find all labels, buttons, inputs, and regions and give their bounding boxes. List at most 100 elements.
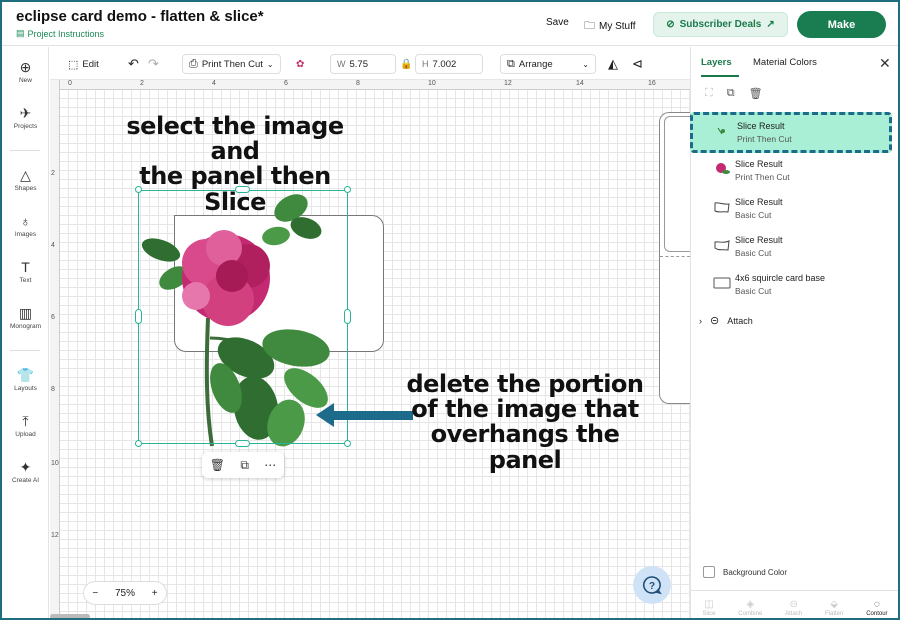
layer-row[interactable]: 4x6 squircle card base Basic Cut [691,267,898,303]
callout-line: select the image and [126,112,344,166]
layer-thumbnail [713,277,731,289]
redo-icon: ↷ [148,56,159,71]
sidebar-item-create-ai[interactable]: ✦ Create AI [2,459,49,484]
trash-icon[interactable]: 🗑 [749,87,763,100]
subscriber-deals-label: Subscriber Deals [679,19,762,30]
save-button[interactable]: Save [546,17,569,28]
project-instructions-link[interactable]: ▤ Project Instructions [16,28,104,39]
instruction-callout-bottom: delete the portion of the image that ove… [400,371,650,473]
background-color-checkbox[interactable] [703,566,715,578]
sidebar-item-projects[interactable]: ✈ Projects [2,105,49,130]
upload-icon: ⤒ [22,413,29,429]
combine-button[interactable]: ◈ Combine [738,599,762,617]
contour-button[interactable]: ◌ Contour [866,599,887,617]
resize-handle-bottom-right[interactable] [344,440,351,447]
sidebar-item-upload[interactable]: ⤒ Upload [2,413,49,438]
layer-type: Print Then Cut [735,172,790,182]
layer-action-bar: ◫ Slice ◈ Combine ⊝ Attach ⬙ Flatten ◌ Contou… [691,590,898,618]
group-icon[interactable]: ⛶ [705,87,713,100]
monogram-icon: ▥ [18,305,33,321]
height-field[interactable]: H 7.002 [415,54,483,74]
layer-type: Basic Cut [735,286,772,296]
zoom-in-button[interactable]: + [152,588,158,599]
tab-layers[interactable]: Layers [701,57,732,68]
chevron-right-icon[interactable]: › [699,316,702,326]
arrange-select[interactable]: ⧉ Arrange ⌄ [500,54,596,74]
zoom-control: − 75% + [83,581,167,605]
lock-icon: 🔒 [400,58,413,70]
edit-button[interactable]: ⬚ Edit [68,54,99,74]
background-color-option[interactable]: Background Color [703,566,787,578]
resize-handle-top-left[interactable] [135,186,142,193]
sidebar-item-monogram[interactable]: ▥ Monogram [2,305,49,330]
printer-icon: ⎙ [189,57,198,70]
sidebar-item-shapes[interactable]: △ Shapes [2,167,49,192]
sidebar-item-layouts[interactable]: 👕 Layouts [2,367,49,392]
tab-material-colors[interactable]: Material Colors [753,57,817,68]
resize-handle-bottom-left[interactable] [135,440,142,447]
resize-handle-top[interactable] [235,186,250,193]
project-instructions-label: Project Instructions [27,28,105,39]
resize-handle-bottom[interactable] [235,440,250,447]
my-stuff-button[interactable]: 🗀 My Stuff [584,17,636,36]
slice-button[interactable]: ◫ Slice [702,599,715,617]
color-swatch-icon[interactable]: ✿ [296,54,304,74]
my-stuff-label: My Stuff [599,21,636,32]
layer-tools: ⛶ ⧉ 🗑 [705,87,763,100]
resize-handle-left[interactable] [135,309,142,324]
sidebar-item-images[interactable]: ♁ Images [2,213,49,238]
attach-button[interactable]: ⊝ Attach [785,599,802,617]
layer-row[interactable]: Slice Result Print Then Cut [691,153,898,189]
slice-icon: ◫ [704,599,714,610]
align-icon: ⊲ [632,56,643,71]
sidebar-item-new[interactable]: ⊕ New [2,59,49,84]
flip-button[interactable]: ◭ [608,54,618,74]
sparkle-icon: ✦ [19,459,32,475]
resize-handle-right[interactable] [344,309,351,324]
edit-toolbar: ⬚ Edit ↶ ↷ ⎙ Print Then Cut ⌄ ✿ W 5.75 🔒… [50,47,690,80]
zoom-out-button[interactable]: − [92,588,98,599]
attach-group-row[interactable]: › ⊝ Attach [699,314,753,327]
active-tab-indicator [701,75,739,77]
top-header: eclipse card demo - flatten & slice* ▤ P… [2,2,898,46]
ruler-tick-label: 4 [212,80,216,87]
zoom-level: 75% [114,587,135,599]
redo-button[interactable]: ↷ [148,54,159,74]
lock-aspect-button[interactable]: 🔒 [400,54,412,74]
edit-label: Edit [82,58,99,70]
more-icon[interactable]: ⋯ [264,458,276,472]
layer-type: Basic Cut [735,248,772,258]
flatten-button[interactable]: ⬙ Flatten [825,599,843,617]
sidebar-item-text[interactable]: T Text [2,259,49,284]
help-button[interactable]: ? [633,566,671,604]
subscriber-deals-button[interactable]: ⊘ Subscriber Deals ↗ [653,12,788,37]
make-button[interactable]: Make [797,11,886,38]
layer-row[interactable]: Slice Result Basic Cut [691,191,898,227]
ruler-tick-label: 6 [51,314,55,321]
horizontal-scrollbar[interactable] [50,614,90,618]
design-canvas[interactable]: 0 2 4 6 8 10 12 14 16 2 4 6 8 10 12 sele… [50,80,690,618]
resize-handle-top-right[interactable] [344,186,351,193]
layer-row[interactable]: Slice Result Basic Cut [691,229,898,265]
sidebar-item-label: Create AI [11,477,40,484]
layer-row[interactable]: Slice Result Print Then Cut [690,112,892,153]
width-field[interactable]: W 5.75 [330,54,396,74]
operation-select[interactable]: ⎙ Print Then Cut ⌄ [182,54,281,74]
bulb-icon: ♁ [20,213,31,229]
close-icon[interactable]: ✕ [879,55,891,72]
edit-cursor-icon: ⬚ [68,58,79,71]
text-icon: T [21,259,30,275]
svg-text:?: ? [649,581,655,592]
sidebar-item-label: Text [19,277,32,284]
flatten-icon: ⬙ [830,599,839,610]
trash-icon[interactable]: 🗑 [210,458,225,472]
document-icon: ▤ [16,28,25,38]
slice-label: Slice [702,611,716,617]
flatten-label: Flatten [825,611,844,617]
contour-label: Contour [866,611,888,617]
duplicate-icon[interactable]: ⧉ [240,458,249,473]
duplicate-icon[interactable]: ⧉ [727,87,735,100]
undo-button[interactable]: ↶ [128,54,139,74]
document-title[interactable]: eclipse card demo - flatten & slice* [16,8,264,25]
align-button[interactable]: ⊲ [632,54,643,74]
